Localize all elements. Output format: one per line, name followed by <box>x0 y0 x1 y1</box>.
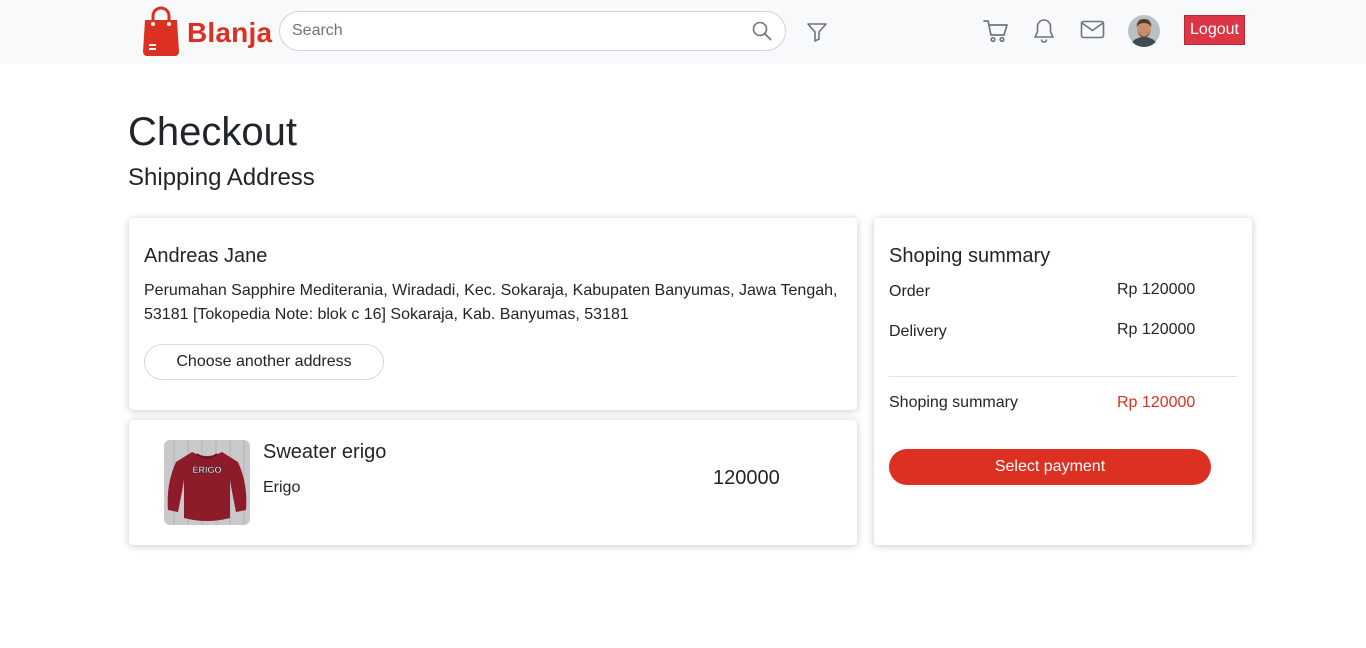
navbar: Blanja Logout <box>0 0 1366 64</box>
order-value: Rp 120000 <box>1117 281 1196 298</box>
summary-card: Shoping summary Order Rp 120000 Delivery… <box>874 218 1252 545</box>
sweater-print-text: ERIGO <box>192 465 221 475</box>
page-title: Checkout <box>128 110 297 154</box>
search-box <box>279 11 786 51</box>
mail-icon[interactable] <box>1080 19 1106 41</box>
total-value: Rp 120000 <box>1117 394 1196 411</box>
choose-address-button[interactable]: Choose another address <box>144 344 384 380</box>
address-text: Perumahan Sapphire Mediterania, Wiradadi… <box>144 282 838 323</box>
product-name: Sweater erigo <box>263 441 387 463</box>
delivery-value: Rp 120000 <box>1117 321 1196 338</box>
brand-name: Blanja <box>187 16 273 48</box>
delivery-label: Delivery <box>889 323 947 340</box>
total-label: Shoping summary <box>889 394 1018 411</box>
brand-logo[interactable]: Blanja <box>142 6 272 56</box>
bell-icon[interactable] <box>1032 18 1056 44</box>
shopping-bag-icon <box>143 6 179 56</box>
product-brand: Erigo <box>263 479 301 496</box>
summary-divider <box>889 376 1237 377</box>
select-payment-button[interactable]: Select payment <box>889 449 1211 485</box>
summary-title: Shoping summary <box>889 245 1051 267</box>
logout-button[interactable]: Logout <box>1184 15 1245 45</box>
search-input[interactable] <box>292 12 742 50</box>
section-title: Shipping Address <box>128 164 315 191</box>
filter-icon[interactable] <box>806 21 828 43</box>
product-price: 120000 <box>713 467 780 489</box>
address-card: Andreas Jane Perumahan Sapphire Meditera… <box>129 218 857 410</box>
cart-icon[interactable] <box>983 18 1009 44</box>
avatar[interactable] <box>1128 15 1160 47</box>
order-label: Order <box>889 283 930 300</box>
product-card: ERIGO Sweater erigo Erigo 120000 <box>129 420 857 545</box>
product-image: ERIGO <box>164 440 250 525</box>
user-avatar-icon <box>1128 15 1160 47</box>
sweater-image-icon: ERIGO <box>164 440 250 525</box>
search-icon[interactable] <box>752 21 772 41</box>
recipient-name: Andreas Jane <box>144 245 268 267</box>
